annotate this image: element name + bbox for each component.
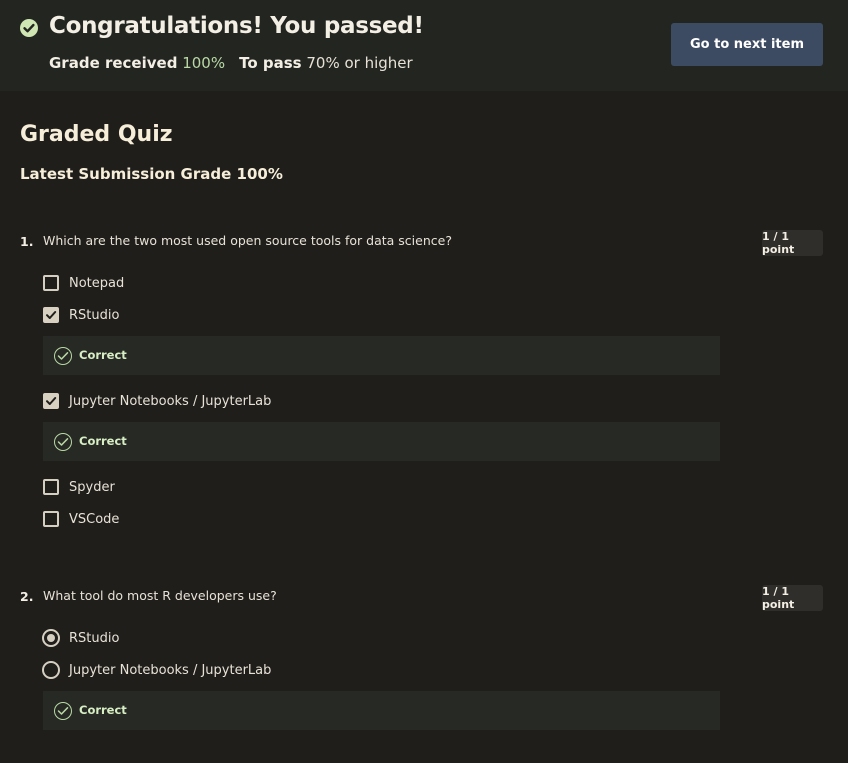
question-number: 1. <box>20 234 34 249</box>
check-circle-outline-icon <box>54 702 72 720</box>
checkbox-jupyter[interactable] <box>43 393 59 409</box>
pass-banner: Congratulations! You passed! Grade recei… <box>0 0 848 91</box>
feedback-text: Correct <box>79 348 127 362</box>
grade-received-label: Grade received <box>49 54 178 72</box>
option-label[interactable]: Spyder <box>69 480 115 495</box>
to-pass-value: 70% or higher <box>306 54 413 72</box>
feedback-correct: Correct <box>43 336 720 375</box>
feedback-text: Correct <box>79 703 127 717</box>
checkbox-spyder[interactable] <box>43 479 59 495</box>
grade-received-value: 100% <box>182 54 226 72</box>
go-to-next-item-button[interactable]: Go to next item <box>671 23 823 66</box>
check-circle-outline-icon <box>54 433 72 451</box>
question-text: What tool do most R developers use? <box>43 588 277 603</box>
feedback-correct: Correct <box>43 691 720 730</box>
option-label[interactable]: VSCode <box>69 512 119 527</box>
points-badge: 1 / 1 point <box>762 230 823 256</box>
option-label[interactable]: RStudio <box>69 631 119 646</box>
checkbox-rstudio[interactable] <box>43 307 59 323</box>
question-text: Which are the two most used open source … <box>43 233 452 248</box>
points-badge: 1 / 1 point <box>762 585 823 611</box>
option-label[interactable]: Jupyter Notebooks / JupyterLab <box>69 663 271 678</box>
option-label[interactable]: RStudio <box>69 308 119 323</box>
checkmark-icon <box>46 311 57 319</box>
checkbox-vscode[interactable] <box>43 511 59 527</box>
radio-rstudio[interactable] <box>42 629 60 647</box>
pass-title: Congratulations! You passed! <box>49 13 424 39</box>
check-circle-icon <box>20 19 38 37</box>
option-label[interactable]: Jupyter Notebooks / JupyterLab <box>69 394 271 409</box>
checkbox-notepad[interactable] <box>43 275 59 291</box>
feedback-text: Correct <box>79 434 127 448</box>
grade-summary: Grade received 100% To pass 70% or higher <box>49 54 413 72</box>
radio-jupyter[interactable] <box>42 661 60 679</box>
to-pass-label: To pass <box>239 54 302 72</box>
latest-submission-grade: Latest Submission Grade 100% <box>20 165 283 183</box>
feedback-correct: Correct <box>43 422 720 461</box>
check-circle-outline-icon <box>54 347 72 365</box>
page-title: Graded Quiz <box>20 122 173 147</box>
option-label[interactable]: Notepad <box>69 276 124 291</box>
question-number: 2. <box>20 589 34 604</box>
checkmark-icon <box>46 397 57 405</box>
